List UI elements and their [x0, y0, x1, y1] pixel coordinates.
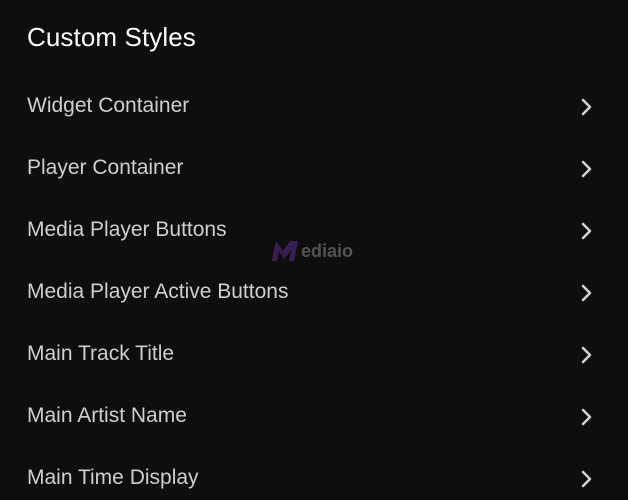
chevron-right-icon — [581, 470, 592, 488]
list-item-label: Main Artist Name — [27, 404, 187, 427]
watermark-text: ediaio — [301, 240, 354, 261]
list-item-media-player-active-buttons[interactable]: Media Player Active Buttons — [0, 262, 628, 324]
list-item-label: Main Time Display — [27, 466, 199, 489]
list-item-widget-container[interactable]: Widget Container — [0, 76, 628, 138]
panel-title: Custom Styles — [27, 22, 196, 52]
custom-styles-panel: Custom Styles Widget Container Player Co… — [0, 0, 628, 500]
list-item-main-time-display[interactable]: Main Time Display — [0, 448, 628, 500]
list-item-main-track-title[interactable]: Main Track Title — [0, 324, 628, 386]
chevron-right-icon — [581, 160, 592, 178]
list-item-label: Widget Container — [27, 94, 190, 117]
chevron-right-icon — [581, 98, 592, 116]
chevron-right-icon — [581, 408, 592, 426]
watermark-logo: ediaio — [270, 238, 353, 264]
list-item-label: Media Player Buttons — [27, 218, 227, 241]
chevron-right-icon — [581, 222, 592, 240]
list-item-label: Media Player Active Buttons — [27, 280, 289, 303]
styles-list: Widget Container Player Container Media … — [0, 76, 628, 500]
chevron-right-icon — [581, 284, 592, 302]
list-item-player-container[interactable]: Player Container — [0, 138, 628, 200]
list-item-main-artist-name[interactable]: Main Artist Name — [0, 386, 628, 448]
list-item-label: Player Container — [27, 156, 184, 179]
mediaio-logo-icon — [272, 241, 298, 261]
list-item-label: Main Track Title — [27, 342, 175, 365]
chevron-right-icon — [581, 346, 592, 364]
